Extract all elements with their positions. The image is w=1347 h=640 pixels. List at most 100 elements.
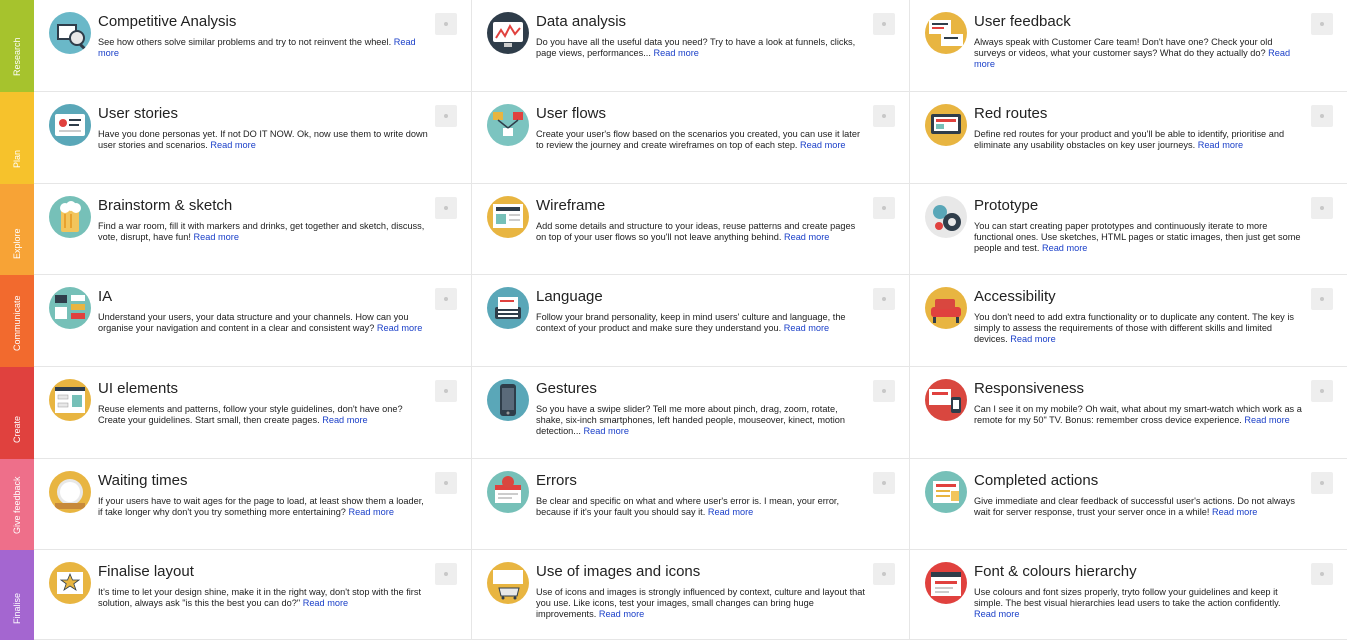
waiting-times-icon bbox=[49, 471, 91, 513]
done-checkbox[interactable] bbox=[435, 563, 457, 585]
card-title: Completed actions bbox=[974, 472, 1099, 489]
read-more-link[interactable]: Read more bbox=[708, 507, 753, 517]
read-more-link[interactable]: Read more bbox=[784, 323, 829, 333]
card-description: Use of icons and images is strongly infl… bbox=[536, 587, 866, 621]
read-more-link[interactable]: Read more bbox=[194, 232, 239, 242]
read-more-link[interactable]: Read more bbox=[584, 426, 629, 436]
done-checkbox[interactable] bbox=[435, 380, 457, 402]
read-more-link[interactable]: Read more bbox=[1212, 507, 1257, 517]
read-more-link[interactable]: Read more bbox=[800, 140, 845, 150]
card-description: Add some details and structure to your i… bbox=[536, 221, 866, 243]
checklist-card: Waiting times If your users have to wait … bbox=[34, 459, 472, 550]
card-description: Always speak with Customer Care team! Do… bbox=[974, 37, 1304, 71]
checklist-card: Wireframe Add some details and structure … bbox=[472, 184, 910, 275]
stage-label: Finalise bbox=[12, 592, 22, 624]
read-more-link[interactable]: Read more bbox=[377, 323, 422, 333]
checklist-card: User stories Have you done personas yet. … bbox=[34, 92, 472, 184]
card-description: Can I see it on my mobile? Oh wait, what… bbox=[974, 404, 1304, 426]
done-checkbox[interactable] bbox=[873, 288, 895, 310]
read-more-link[interactable]: Read more bbox=[322, 415, 367, 425]
stage-row-3: Communicate IA Understand your users, your… bbox=[0, 275, 1347, 367]
done-checkbox[interactable] bbox=[1311, 563, 1333, 585]
checklist-card: Accessibility You don't need to add extra… bbox=[910, 275, 1347, 367]
errors-icon bbox=[487, 471, 529, 513]
checklist-card: Gestures So you have a swipe slider? Tell… bbox=[472, 367, 910, 459]
red-routes-icon bbox=[925, 104, 967, 146]
stage-bar: Plan bbox=[0, 92, 34, 184]
done-checkbox[interactable] bbox=[1311, 288, 1333, 310]
done-checkbox[interactable] bbox=[873, 380, 895, 402]
card-title: Data analysis bbox=[536, 13, 627, 30]
done-checkbox[interactable] bbox=[873, 563, 895, 585]
user-flows-icon bbox=[487, 104, 529, 146]
checklist-card: Red routes Define red routes for your pro… bbox=[910, 92, 1347, 184]
card-description: You can start creating paper prototypes … bbox=[974, 221, 1304, 255]
checklist-card: Responsiveness Can I see it on my mobile?… bbox=[910, 367, 1347, 459]
card-title: Gestures bbox=[536, 380, 597, 397]
card-description: See how others solve similar problems an… bbox=[98, 37, 428, 59]
card-title: IA bbox=[98, 288, 113, 305]
stage-row-1: Plan User stories Have you done personas y… bbox=[0, 92, 1347, 184]
card-description-text: Understand your users, your data structu… bbox=[98, 312, 409, 334]
done-checkbox[interactable] bbox=[1311, 197, 1333, 219]
language-icon bbox=[487, 287, 529, 329]
read-more-link[interactable]: Read more bbox=[1198, 140, 1243, 150]
card-description: Give immediate and clear feedback of suc… bbox=[974, 496, 1304, 518]
done-checkbox[interactable] bbox=[435, 472, 457, 494]
read-more-link[interactable]: Read more bbox=[303, 598, 348, 608]
user-feedback-icon bbox=[925, 12, 967, 54]
checklist-card: Brainstorm & sketch Find a war room, fill… bbox=[34, 184, 472, 275]
read-more-link[interactable]: Read more bbox=[1244, 415, 1289, 425]
ia-icon bbox=[49, 287, 91, 329]
done-checkbox[interactable] bbox=[435, 13, 457, 35]
done-checkbox[interactable] bbox=[435, 105, 457, 127]
stage-row-0: Research Competitive Analysis See how othe… bbox=[0, 0, 1347, 92]
card-description-text: Always speak with Customer Care team! Do… bbox=[974, 37, 1273, 59]
done-checkbox[interactable] bbox=[873, 13, 895, 35]
card-description-text: So you have a swipe slider? Tell me more… bbox=[536, 404, 845, 437]
stage-label: Plan bbox=[12, 149, 22, 168]
checklist-card: UI elements Reuse elements and patterns, … bbox=[34, 367, 472, 459]
read-more-link[interactable]: Read more bbox=[599, 609, 644, 619]
card-description: You don't need to add extra functionalit… bbox=[974, 312, 1304, 346]
done-checkbox[interactable] bbox=[1311, 380, 1333, 402]
card-title: Errors bbox=[536, 472, 577, 489]
card-description-text: Use of icons and images is strongly infl… bbox=[536, 587, 865, 620]
checklist-card: User feedback Always speak with Customer … bbox=[910, 0, 1347, 92]
read-more-link[interactable]: Read more bbox=[348, 507, 393, 517]
stage-label: Research bbox=[12, 37, 22, 76]
stage-bar: Finalise bbox=[0, 550, 34, 640]
wireframe-icon bbox=[487, 196, 529, 238]
read-more-link[interactable]: Read more bbox=[1042, 243, 1087, 253]
done-checkbox[interactable] bbox=[873, 472, 895, 494]
card-title: Competitive Analysis bbox=[98, 13, 237, 30]
done-checkbox[interactable] bbox=[873, 105, 895, 127]
gestures-icon bbox=[487, 379, 529, 421]
done-checkbox[interactable] bbox=[435, 288, 457, 310]
stage-row-5: Give feedback Waiting times If your users … bbox=[0, 459, 1347, 550]
card-title: Responsiveness bbox=[974, 380, 1085, 397]
font-colours-icon bbox=[925, 562, 967, 604]
done-checkbox[interactable] bbox=[1311, 13, 1333, 35]
stage-bar: Communicate bbox=[0, 275, 34, 367]
done-checkbox[interactable] bbox=[873, 197, 895, 219]
prototype-icon bbox=[925, 196, 967, 238]
read-more-link[interactable]: Read more bbox=[784, 232, 829, 242]
read-more-link[interactable]: Read more bbox=[1010, 334, 1055, 344]
checklist-card: Competitive Analysis See how others solve… bbox=[34, 0, 472, 92]
card-description-text: Be clear and specific on what and where … bbox=[536, 496, 840, 518]
done-checkbox[interactable] bbox=[1311, 105, 1333, 127]
user-stories-icon bbox=[49, 104, 91, 146]
card-title: Finalise layout bbox=[98, 563, 194, 580]
accessibility-icon bbox=[925, 287, 967, 329]
read-more-link[interactable]: Read more bbox=[210, 140, 255, 150]
images-icons-icon bbox=[487, 562, 529, 604]
done-checkbox[interactable] bbox=[435, 197, 457, 219]
data-analysis-icon bbox=[487, 12, 529, 54]
stage-bar: Research bbox=[0, 0, 34, 92]
card-title: Use of images and icons bbox=[536, 563, 701, 580]
checklist-card: Completed actions Give immediate and clea… bbox=[910, 459, 1347, 550]
done-checkbox[interactable] bbox=[1311, 472, 1333, 494]
read-more-link[interactable]: Read more bbox=[653, 48, 698, 58]
read-more-link[interactable]: Read more bbox=[974, 609, 1019, 619]
